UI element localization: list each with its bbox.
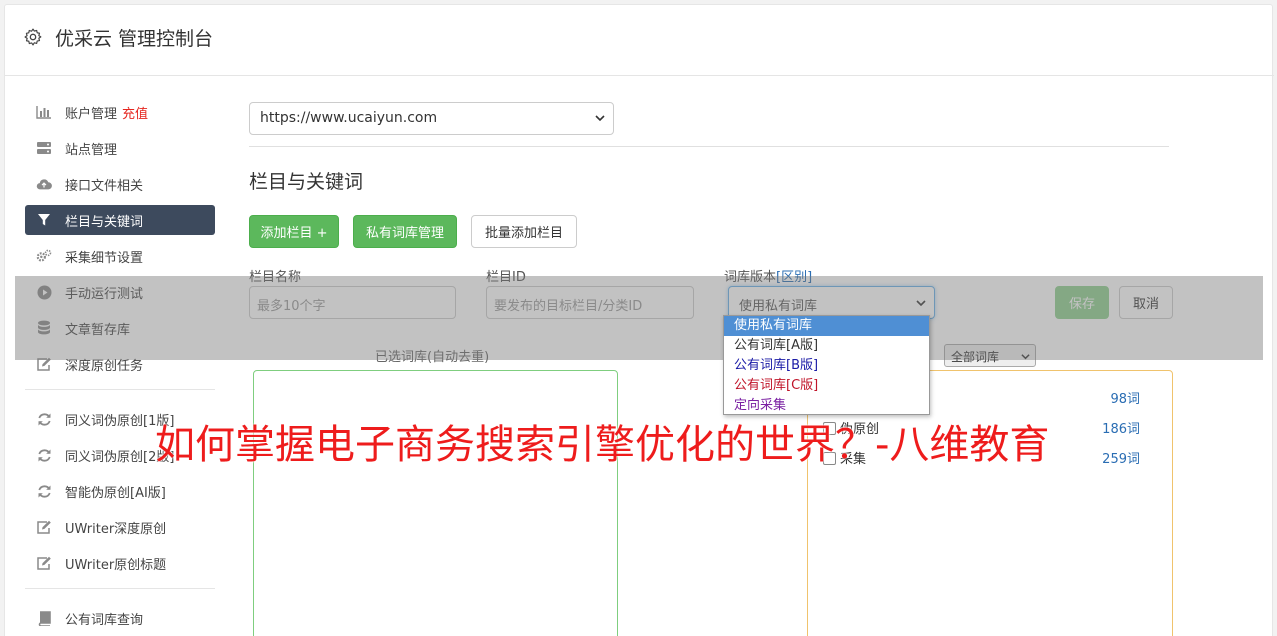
dropdown-option[interactable]: 公有词库[A版] — [724, 336, 929, 356]
book-icon — [36, 610, 52, 626]
sidebar-divider — [25, 588, 215, 589]
sidebar-item-api-files[interactable]: 接口文件相关 — [25, 169, 215, 199]
refresh-icon — [36, 411, 52, 427]
sidebar-item-public-lib-query[interactable]: 公有词库查询 — [25, 603, 215, 633]
dropdown-option[interactable]: 公有词库[C版] — [724, 376, 929, 396]
sidebar-divider — [25, 389, 215, 390]
sidebar-item-uwriter-title[interactable]: UWriter原创标题 — [25, 548, 215, 578]
sidebar-item-label: UWriter深度原创 — [65, 521, 167, 537]
edit-icon — [36, 555, 52, 571]
sidebar-item-collect-settings[interactable]: 采集细节设置 — [25, 241, 215, 271]
chevron-down-icon — [595, 115, 605, 122]
add-column-button[interactable]: 添加栏目 + — [249, 215, 339, 248]
cogs-icon — [36, 248, 52, 264]
app-title: 优采云 管理控制台 — [55, 28, 214, 50]
sidebar-item-label: 栏目与关键词 — [65, 214, 144, 230]
watermark-caption: 如何掌握电子商务搜索引擎优化的世界？-八维教育 — [155, 422, 1050, 468]
sidebar-item-label: 账户管理 — [65, 106, 118, 122]
sidebar-item-account[interactable]: 账户管理 充值 — [25, 97, 215, 127]
site-select[interactable]: https://www.ucaiyun.com — [249, 102, 614, 135]
recharge-link[interactable]: 充值 — [122, 103, 148, 122]
cloud-upload-icon — [36, 176, 52, 192]
refresh-icon — [36, 483, 52, 499]
lib-row-count: 259词 — [1102, 452, 1140, 467]
gear-icon — [24, 28, 42, 46]
sidebar-item-label: 站点管理 — [65, 142, 118, 158]
sidebar-item-label: 接口文件相关 — [65, 178, 144, 194]
site-select-value: https://www.ucaiyun.com — [260, 110, 438, 126]
sidebar-item-columns-keywords[interactable]: 栏目与关键词 — [25, 205, 215, 235]
bar-chart-icon — [36, 104, 52, 120]
batch-add-column-button[interactable]: 批量添加栏目 — [471, 215, 577, 248]
divider — [249, 146, 1169, 147]
dropdown-option[interactable]: 使用私有词库 — [724, 316, 929, 336]
header: 优采云 管理控制台 — [5, 5, 1274, 76]
refresh-icon — [36, 447, 52, 463]
sidebar-item-ai-rewrite[interactable]: 智能伪原创[AI版] — [25, 476, 215, 506]
sidebar-item-uwriter-deep[interactable]: UWriter深度原创 — [25, 512, 215, 542]
private-lib-button[interactable]: 私有词库管理 — [353, 215, 457, 248]
selected-lib-box[interactable] — [253, 370, 618, 636]
filter-icon — [36, 212, 52, 228]
sidebar-item-sites[interactable]: 站点管理 — [25, 133, 215, 163]
section-title: 栏目与关键词 — [249, 171, 364, 193]
server-icon — [36, 140, 52, 156]
sidebar-item-label: 智能伪原创[AI版] — [65, 485, 166, 501]
lib-version-dropdown: 使用私有词库 公有词库[A版] 公有词库[B版] 公有词库[C版] 定向采集 — [723, 315, 930, 415]
lib-row-count: 186词 — [1102, 422, 1140, 437]
sidebar: 账户管理 充值 站点管理 接口文件相关 栏目与关键词 采集细节设置 手动运行测试… — [25, 97, 215, 636]
dim-overlay-band — [15, 276, 1263, 360]
edit-icon — [36, 519, 52, 535]
sidebar-item-label: UWriter原创标题 — [65, 557, 167, 573]
dropdown-option[interactable]: 公有词库[B版] — [724, 356, 929, 376]
lib-row-count: 98词 — [1110, 392, 1140, 407]
sidebar-item-label: 公有词库查询 — [65, 612, 144, 628]
sidebar-item-label: 采集细节设置 — [65, 250, 144, 266]
